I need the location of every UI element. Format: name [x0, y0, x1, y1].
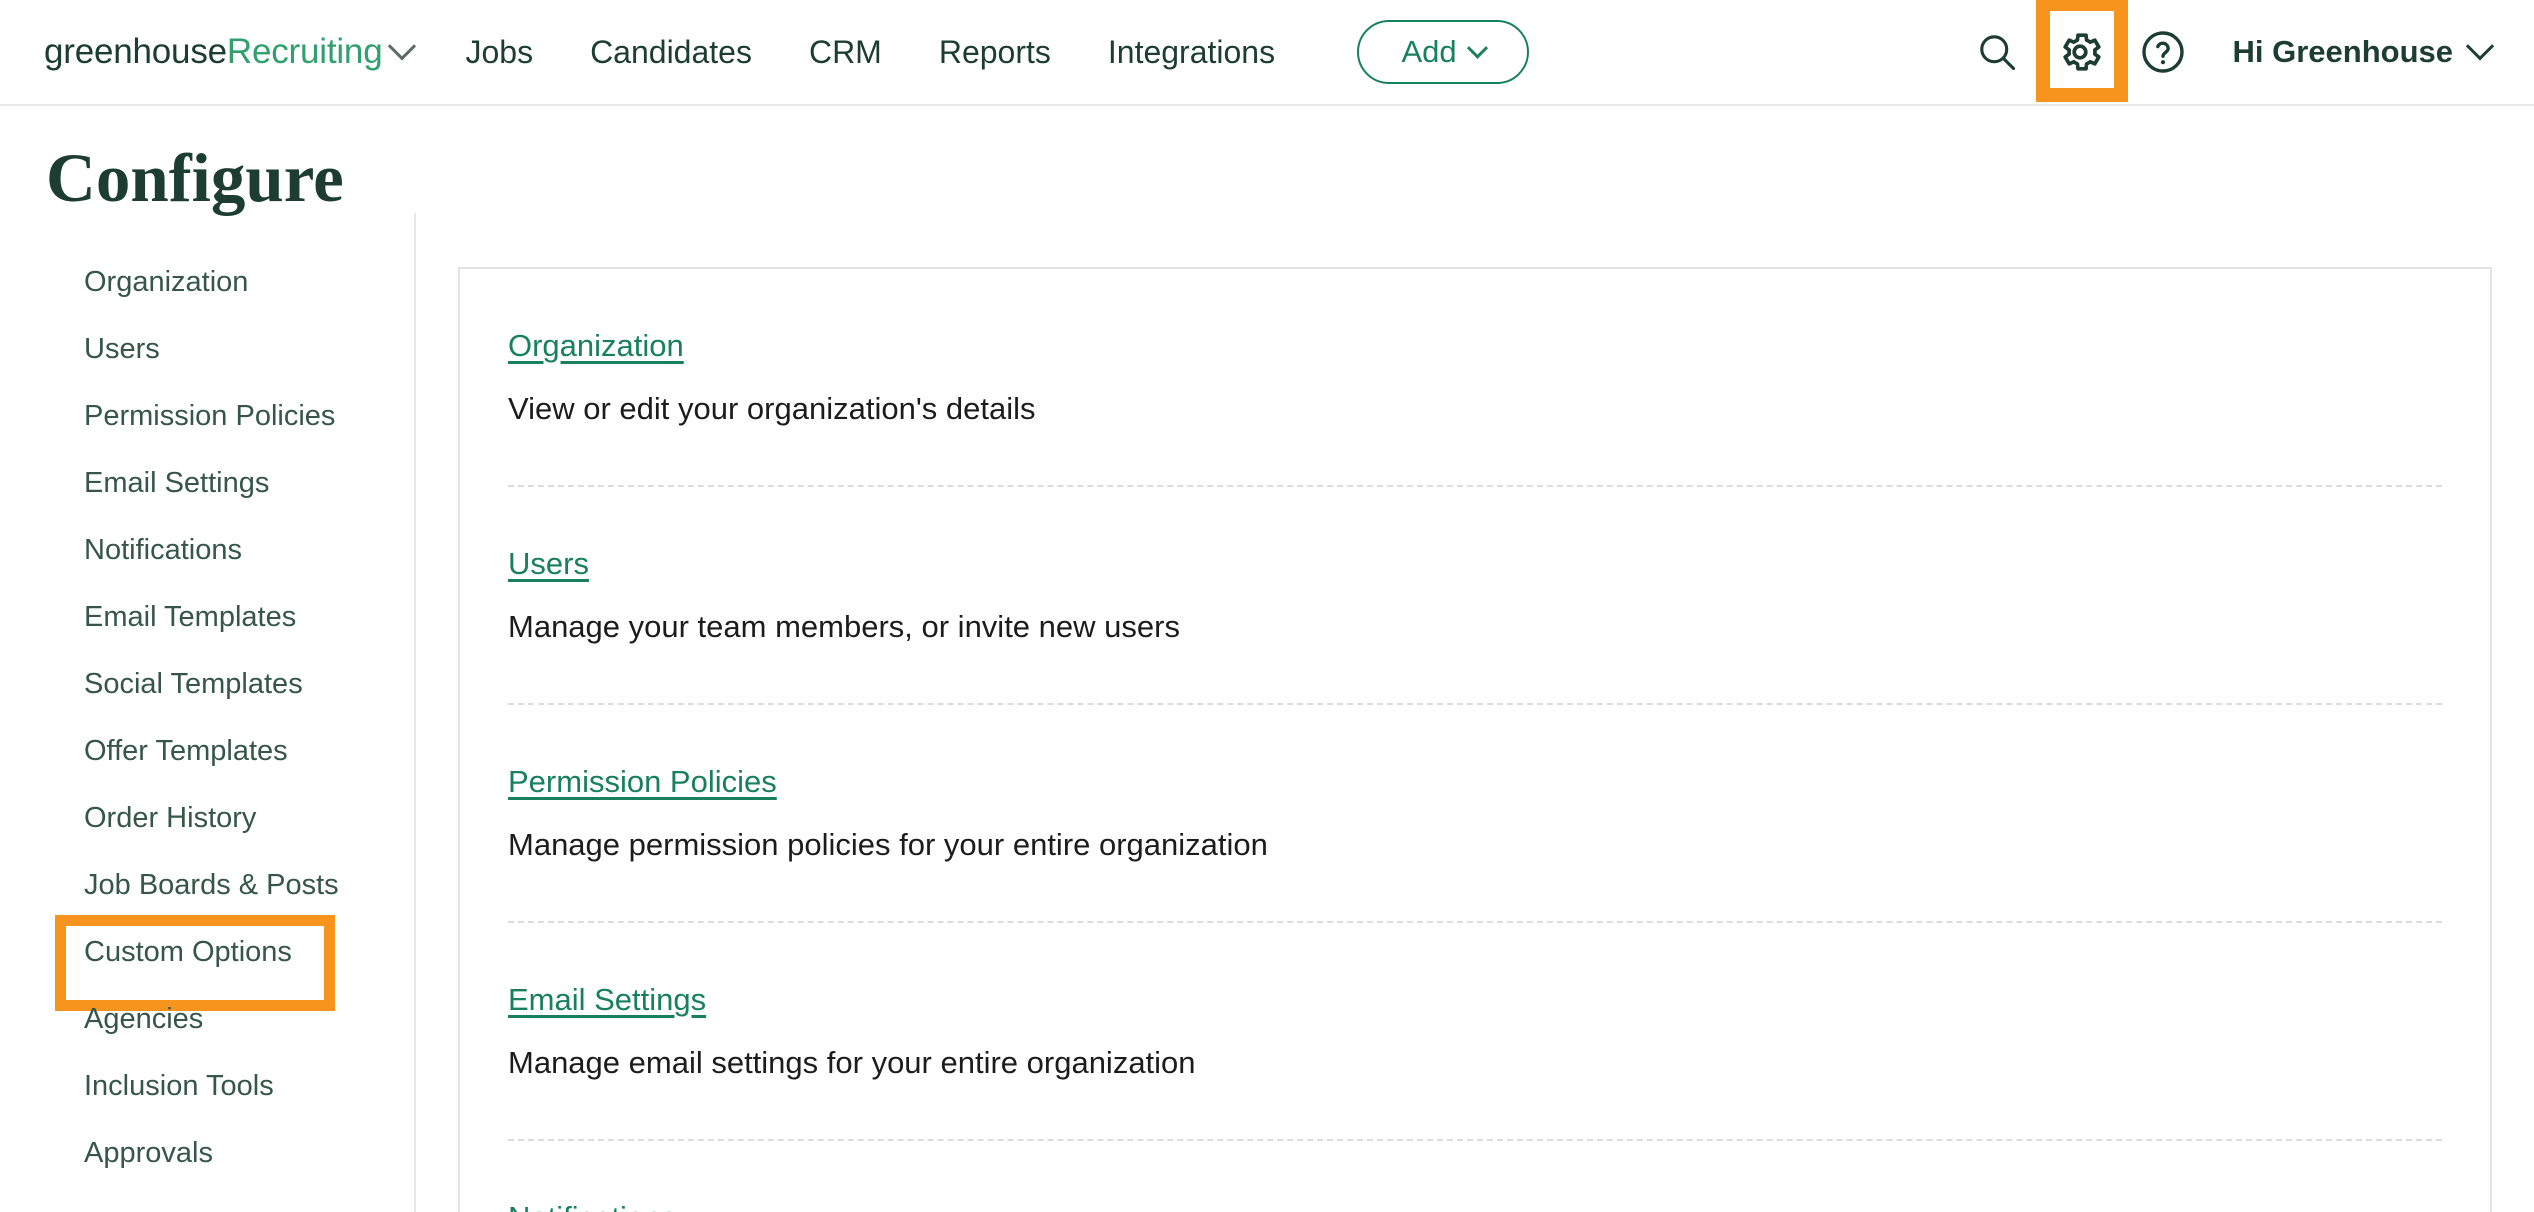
account-menu[interactable]: Hi Greenhouse — [2233, 34, 2491, 70]
description-email-settings: Manage email settings for your entire or… — [508, 1045, 2442, 1081]
help-button[interactable] — [2132, 21, 2194, 83]
link-organization[interactable]: Organization — [508, 328, 684, 364]
description-permission-policies: Manage permission policies for your enti… — [508, 827, 2442, 863]
link-notifications[interactable]: Notifications — [508, 1200, 677, 1212]
sidebar-item-email-templates[interactable]: Email Templates — [0, 584, 414, 651]
brand-logo-text: greenhouseRecruiting — [44, 32, 382, 72]
brand-name-greenhouse: greenhouse — [44, 32, 227, 71]
header-actions: Hi Greenhouse — [1966, 17, 2491, 87]
nav-item-integrations[interactable]: Integrations — [1108, 34, 1275, 71]
chevron-down-icon — [2466, 32, 2494, 60]
primary-nav: Jobs Candidates CRM Reports Integrations — [465, 34, 1275, 71]
description-users: Manage your team members, or invite new … — [508, 609, 2442, 645]
settings-row-notifications: Notifications Configure your notificatio… — [508, 1141, 2442, 1212]
settings-row-permission-policies: Permission Policies Manage permission po… — [508, 705, 2442, 923]
search-icon — [1975, 30, 2019, 74]
link-users[interactable]: Users — [508, 546, 589, 582]
description-organization: View or edit your organization's details — [508, 391, 2442, 427]
sidebar-item-permission-policies[interactable]: Permission Policies — [0, 383, 414, 450]
link-email-settings[interactable]: Email Settings — [508, 982, 706, 1018]
configure-sidebar: Organization Users Permission Policies E… — [0, 213, 416, 1212]
brand-logo[interactable]: greenhouseRecruiting — [44, 32, 412, 72]
sidebar-item-offer-templates[interactable]: Offer Templates — [0, 718, 414, 785]
nav-item-jobs[interactable]: Jobs — [465, 34, 533, 71]
help-circle-icon — [2139, 28, 2187, 76]
sidebar-item-inclusion-tools[interactable]: Inclusion Tools — [0, 1053, 414, 1120]
sidebar-item-job-boards-and-posts[interactable]: Job Boards & Posts — [0, 852, 414, 919]
sidebar-item-email-settings[interactable]: Email Settings — [0, 450, 414, 517]
gear-icon — [2056, 28, 2104, 76]
page-body: Organization Users Permission Policies E… — [0, 213, 2534, 1212]
nav-item-candidates[interactable]: Candidates — [590, 34, 752, 71]
settings-card: Organization View or edit your organizat… — [458, 267, 2492, 1212]
chevron-down-icon — [1467, 37, 1488, 58]
settings-row-users: Users Manage your team members, or invit… — [508, 487, 2442, 705]
add-button-label: Add — [1402, 34, 1457, 70]
brand-product-recruiting: Recruiting — [227, 32, 383, 71]
sidebar-item-order-history[interactable]: Order History — [0, 785, 414, 852]
nav-item-crm[interactable]: CRM — [809, 34, 882, 71]
sidebar-item-users[interactable]: Users — [0, 316, 414, 383]
sidebar-item-social-templates[interactable]: Social Templates — [0, 651, 414, 718]
settings-row-organization: Organization View or edit your organizat… — [508, 269, 2442, 487]
sidebar-item-notifications[interactable]: Notifications — [0, 517, 414, 584]
search-button[interactable] — [1966, 21, 2028, 83]
settings-button[interactable] — [2045, 17, 2115, 87]
chevron-down-icon — [388, 32, 416, 60]
configure-content: Organization View or edit your organizat… — [416, 213, 2534, 1212]
sidebar-item-custom-options[interactable]: Custom Options — [0, 919, 414, 986]
add-button[interactable]: Add — [1357, 20, 1529, 84]
nav-item-reports[interactable]: Reports — [939, 34, 1051, 71]
sidebar-item-organization[interactable]: Organization — [0, 249, 414, 316]
account-greeting-label: Hi Greenhouse — [2233, 34, 2454, 70]
link-permission-policies[interactable]: Permission Policies — [508, 764, 777, 800]
sidebar-item-approvals[interactable]: Approvals — [0, 1120, 414, 1187]
settings-row-email-settings: Email Settings Manage email settings for… — [508, 923, 2442, 1141]
page-title: Configure — [46, 144, 2534, 213]
sidebar-item-agencies[interactable]: Agencies — [0, 986, 414, 1053]
top-navigation-bar: greenhouseRecruiting Jobs Candidates CRM… — [0, 0, 2534, 106]
